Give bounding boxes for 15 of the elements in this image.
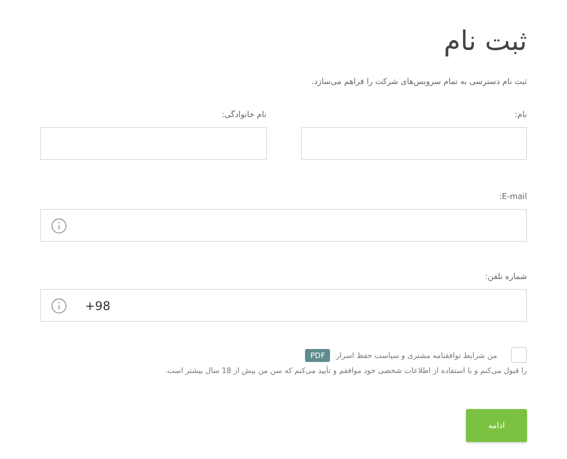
info-icon[interactable] — [51, 218, 67, 234]
continue-button[interactable]: ادامه — [466, 409, 527, 442]
input-field[interactable] — [40, 127, 266, 160]
input-field[interactable] — [40, 209, 527, 242]
page-title: ثبت نام — [444, 26, 527, 57]
input-field[interactable] — [300, 127, 527, 160]
phone-prefix: +98 — [85, 298, 110, 312]
info-icon[interactable] — [51, 298, 67, 314]
field-label: نام خانوادگی: — [222, 110, 266, 119]
page-subtitle: ثبت نام دسترسی به تمام سرویس‌های شرکت را فراهم می‌سازد. — [312, 77, 527, 86]
checkbox[interactable] — [511, 347, 527, 363]
input-field[interactable]: +98 — [40, 289, 527, 322]
field-label: نام: — [514, 110, 527, 119]
field-label: شماره تلفن: — [484, 272, 527, 281]
field-label: E-mail: — [499, 192, 527, 201]
